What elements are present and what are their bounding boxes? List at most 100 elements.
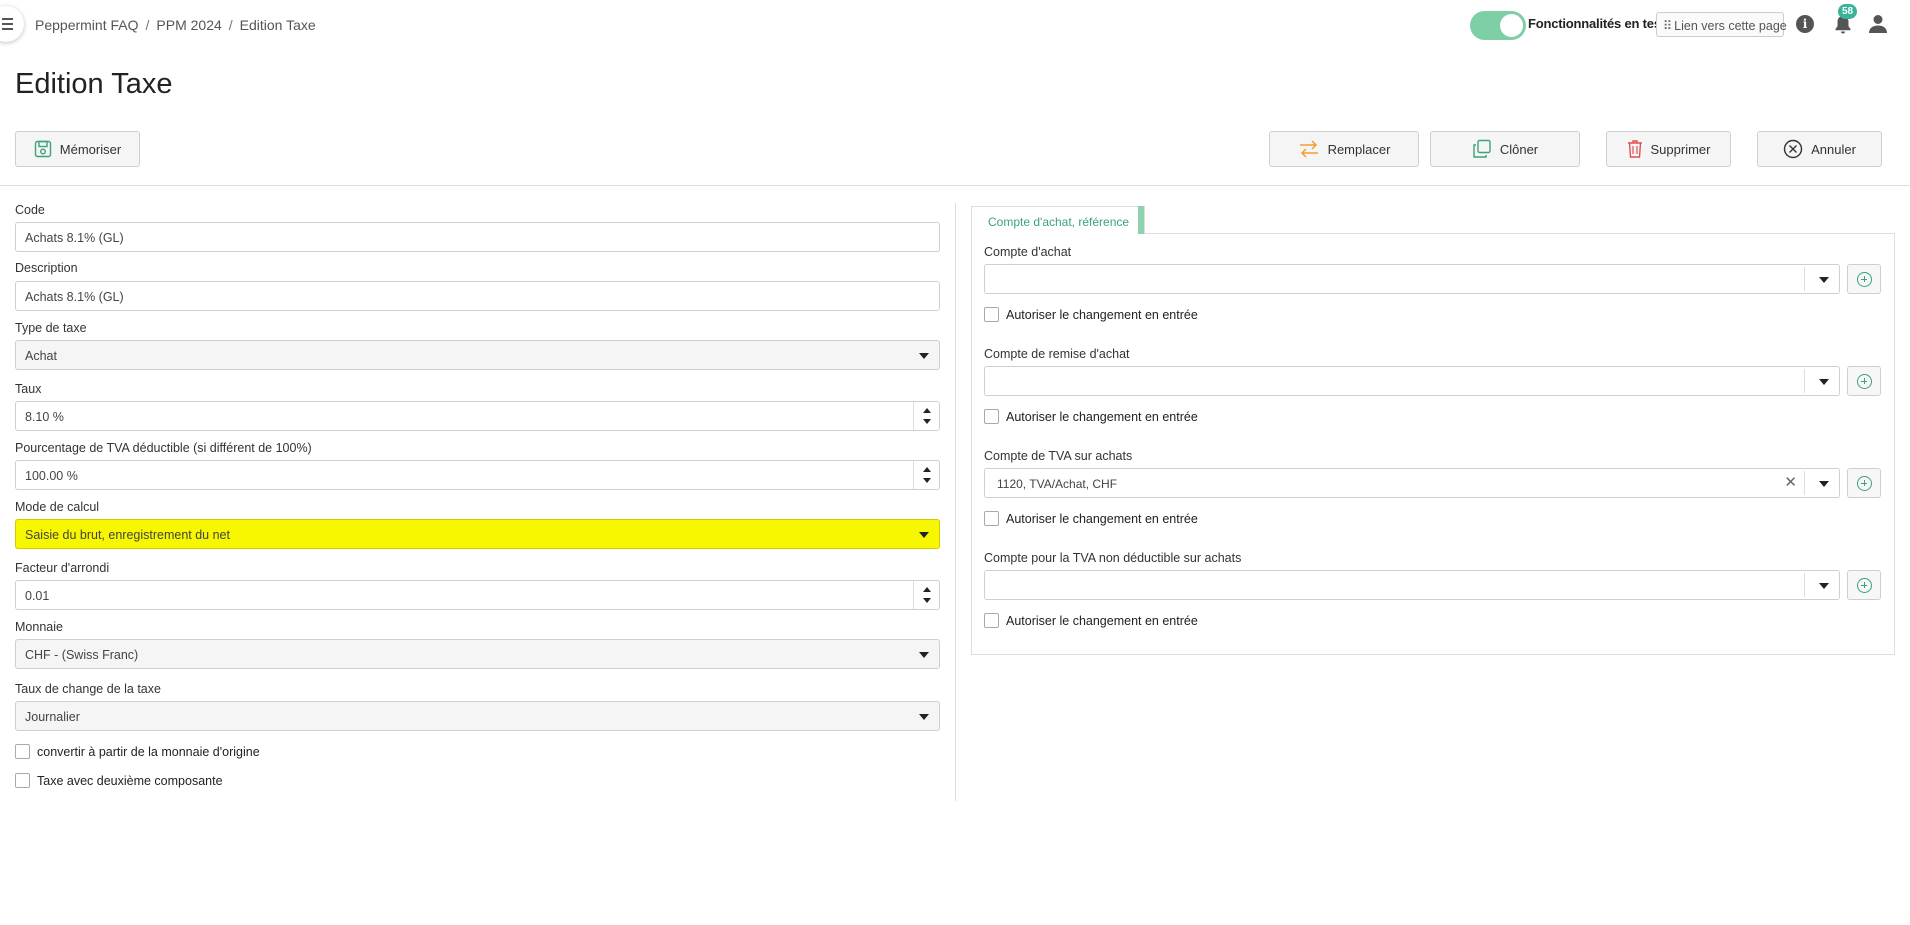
plus-circle-icon [1857, 476, 1872, 491]
rate-label: Taux [15, 382, 42, 396]
deductible-pct-value: 100.00 % [25, 469, 78, 483]
description-label: Description [15, 261, 78, 275]
chevron-down-icon [919, 652, 929, 658]
allow-change-checkbox[interactable] [984, 409, 999, 424]
rate-stepper[interactable] [913, 402, 939, 430]
deductible-pct-input[interactable]: 100.00 % [15, 460, 940, 490]
purchase-account-label: Compte d'achat [984, 245, 1072, 259]
rounding-stepper[interactable] [913, 581, 939, 609]
exchange-rate-value: Journalier [25, 710, 80, 724]
breadcrumb-item[interactable]: PPM 2024 [156, 17, 221, 33]
purchase-discount-account-select[interactable] [984, 366, 1840, 396]
code-input[interactable]: Achats 8.1% (GL) [15, 222, 940, 252]
rate-value: 8.10 % [25, 410, 64, 424]
tax-type-select[interactable]: Achat [15, 340, 940, 370]
vat-purchase-account-select[interactable]: 1120, TVA/Achat, CHF ✕ [984, 468, 1840, 498]
tab-accent-bar [1138, 206, 1144, 234]
page-title: Edition Taxe [15, 68, 173, 100]
clone-button[interactable]: Clôner [1430, 131, 1580, 167]
currency-label: Monnaie [15, 620, 63, 634]
clone-label: Clôner [1499, 141, 1539, 157]
link-to-page-button[interactable]: ⠿ Lien vers cette page [1656, 12, 1787, 37]
chevron-down-icon [1819, 583, 1829, 589]
hamburger-menu-icon[interactable] [0, 6, 24, 42]
user-avatar-icon[interactable] [1868, 14, 1888, 34]
convert-origin-checkbox[interactable] [15, 744, 30, 759]
deductible-pct-label: Pourcentage de TVA déductible (si différ… [15, 441, 312, 455]
chevron-down-icon [1819, 379, 1829, 385]
allow-change-label: Autoriser le changement en entrée [1006, 512, 1198, 526]
tax-type-value: Achat [25, 349, 57, 363]
drag-handle-icon: ⠿ [1663, 19, 1673, 33]
rounding-label: Facteur d'arrondi [15, 561, 110, 575]
top-bar: Peppermint FAQ / PPM 2024/Edition Taxe Fon… [0, 0, 1910, 50]
save-button[interactable]: Mémoriser [15, 131, 140, 167]
currency-value: CHF - (Swiss Franc) [25, 648, 139, 662]
convert-origin-label: convertir à partir de la monnaie d'origi… [37, 745, 260, 759]
add-purchase-discount-account-button[interactable] [1847, 366, 1881, 396]
allow-change-checkbox[interactable] [984, 307, 999, 322]
plus-circle-icon [1857, 578, 1872, 593]
close-circle-icon [1783, 139, 1803, 159]
exchange-rate-select[interactable]: Journalier [15, 701, 940, 731]
column-divider [955, 203, 956, 801]
purchase-discount-account-label: Compte de remise d'achat [984, 347, 1130, 361]
swap-arrows-icon [1299, 140, 1318, 158]
nondeductible-vat-account-label: Compte pour la TVA non déductible sur ac… [984, 551, 1242, 565]
tab-purchase-account[interactable]: Compte d'achat, référence [971, 206, 1145, 234]
calc-mode-select[interactable]: Saisie du brut, enregistrement du net [15, 519, 940, 549]
allow-change-label: Autoriser le changement en entrée [1006, 614, 1198, 628]
feature-test-label: Fonctionnalités en test [1528, 16, 1665, 31]
delete-button[interactable]: Supprimer [1606, 131, 1731, 167]
replace-button[interactable]: Remplacer [1269, 131, 1419, 167]
calc-mode-label: Mode de calcul [15, 500, 100, 514]
vat-purchase-account-value: 1120, TVA/Achat, CHF [997, 477, 1118, 491]
vat-purchase-account-label: Compte de TVA sur achats [984, 449, 1133, 463]
plus-circle-icon [1857, 272, 1872, 287]
trash-icon [1627, 140, 1642, 158]
currency-select[interactable]: CHF - (Swiss Franc) [15, 639, 940, 669]
clear-icon[interactable]: ✕ [1784, 475, 1797, 490]
purchase-account-select[interactable] [984, 264, 1840, 294]
replace-label: Remplacer [1327, 141, 1391, 157]
allow-change-label: Autoriser le changement en entrée [1006, 410, 1198, 424]
tax-type-label: Type de taxe [15, 321, 87, 335]
add-nondeductible-vat-account-button[interactable] [1847, 570, 1881, 600]
rounding-value: 0.01 [25, 589, 50, 603]
delete-label: Supprimer [1650, 141, 1711, 157]
allow-change-checkbox[interactable] [984, 511, 999, 526]
notification-count-badge: 58 [1838, 4, 1857, 19]
chevron-down-icon [919, 353, 929, 359]
add-vat-purchase-account-button[interactable] [1847, 468, 1881, 498]
save-label: Mémoriser [59, 141, 122, 157]
chevron-down-icon [919, 714, 929, 720]
breadcrumb-current: Edition Taxe [239, 17, 316, 33]
chevron-down-icon [1819, 277, 1829, 283]
chevron-down-icon [919, 532, 929, 538]
rounding-input[interactable]: 0.01 [15, 580, 940, 610]
breadcrumb-item[interactable]: Peppermint FAQ [35, 17, 139, 33]
cancel-label: Annuler [1811, 141, 1856, 157]
second-component-checkbox[interactable] [15, 773, 30, 788]
nondeductible-vat-account-select[interactable] [984, 570, 1840, 600]
second-component-label: Taxe avec deuxième composante [37, 774, 223, 788]
chevron-down-icon [1819, 481, 1829, 487]
breadcrumb: Peppermint FAQ / PPM 2024/Edition Taxe [35, 17, 316, 33]
allow-change-label: Autoriser le changement en entrée [1006, 308, 1198, 322]
rate-input[interactable]: 8.10 % [15, 401, 940, 431]
cancel-button[interactable]: Annuler [1757, 131, 1882, 167]
description-input[interactable]: Achats 8.1% (GL) [15, 281, 940, 311]
calc-mode-value: Saisie du brut, enregistrement du net [25, 528, 230, 542]
save-icon [34, 140, 51, 158]
exchange-rate-label: Taux de change de la taxe [15, 682, 161, 696]
link-to-page-label: Lien vers cette page [1674, 19, 1787, 33]
copy-icon [1473, 139, 1491, 158]
feature-test-toggle[interactable] [1470, 11, 1526, 40]
divider [0, 185, 1910, 186]
plus-circle-icon [1857, 374, 1872, 389]
code-label: Code [15, 203, 45, 217]
deductible-pct-stepper[interactable] [913, 461, 939, 489]
add-purchase-account-button[interactable] [1847, 264, 1881, 294]
info-icon[interactable]: i [1796, 15, 1814, 33]
allow-change-checkbox[interactable] [984, 613, 999, 628]
